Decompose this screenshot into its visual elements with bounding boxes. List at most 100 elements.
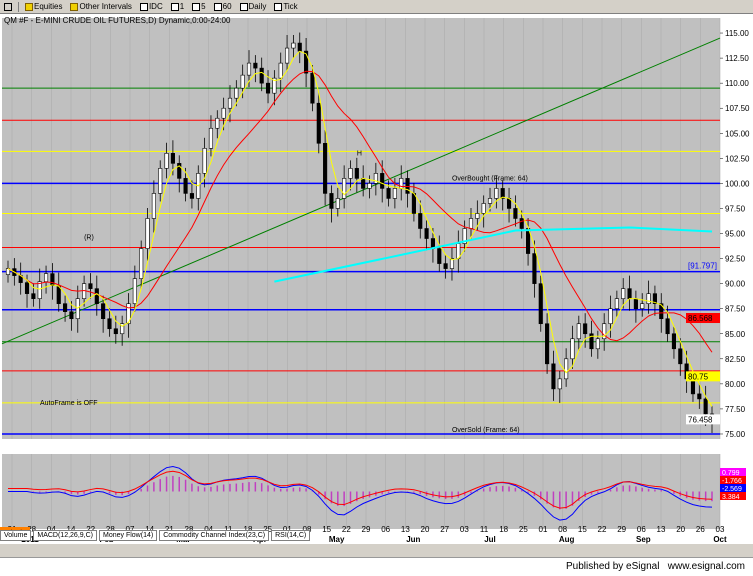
page-icon xyxy=(274,2,283,11)
daily-button[interactable]: Daily xyxy=(238,2,269,11)
candle-body xyxy=(475,213,480,219)
candle-body xyxy=(101,303,106,320)
candle-body xyxy=(113,328,118,335)
candle-body xyxy=(265,82,271,94)
interval-1-label: 1 xyxy=(179,2,185,11)
month-label: May xyxy=(329,535,345,544)
candle-body xyxy=(342,178,347,199)
y-tick-label: 112.50 xyxy=(725,54,749,63)
candle-body xyxy=(608,308,613,325)
interval-5-label: 5 xyxy=(201,2,206,11)
x-tick-label: 15 xyxy=(322,525,331,534)
y-tick-label: 115.00 xyxy=(725,29,749,38)
candle-body xyxy=(323,142,328,194)
x-tick-label: 29 xyxy=(617,525,626,534)
candle-body xyxy=(240,74,245,89)
other-intervals-button[interactable]: Other Intervals xyxy=(68,2,133,11)
candle-body xyxy=(703,398,708,415)
y-tick-label: 77.50 xyxy=(725,405,746,414)
candle-body xyxy=(88,283,93,289)
price-chart[interactable]: 2128041422280714212804111825010815222906… xyxy=(0,14,753,544)
candle-body xyxy=(494,188,499,199)
indicator-tab[interactable]: RSI(14,C) xyxy=(271,530,311,541)
candle-body xyxy=(94,288,99,304)
candle-body xyxy=(354,168,359,179)
toolbar: Equities Other Intervals IDC 1 5 60 Dail… xyxy=(0,0,753,14)
candle-body xyxy=(37,281,42,299)
candle-body xyxy=(519,218,524,229)
x-tick-label: 13 xyxy=(401,525,410,534)
candle-body xyxy=(678,348,683,365)
indicator-tab[interactable]: Commodity Channel Index(23,C) xyxy=(159,530,270,541)
candle-body xyxy=(227,97,233,109)
other-intervals-label: Other Intervals xyxy=(79,2,132,11)
x-tick-label: 03 xyxy=(460,525,469,534)
equities-button[interactable]: Equities xyxy=(23,2,64,11)
candle-body xyxy=(551,363,556,390)
y-tick-label: 97.50 xyxy=(725,204,746,213)
candle-body xyxy=(329,193,334,209)
candle-body xyxy=(316,102,321,144)
candle-body xyxy=(633,298,638,309)
idc-button[interactable]: IDC xyxy=(138,2,165,11)
chart-title: QM #F - E-MINI CRUDE OIL FUTURES,D) Dyna… xyxy=(4,16,231,25)
candle-body xyxy=(437,248,442,264)
x-tick-label: 06 xyxy=(637,525,646,534)
candle-body xyxy=(424,228,429,239)
candle-body xyxy=(557,378,562,390)
footer: Published by eSignal www.esignal.com xyxy=(0,557,753,576)
candle-body xyxy=(570,338,575,360)
candle-body xyxy=(31,293,36,299)
candle-body xyxy=(671,333,677,350)
price-label-text: [91.797] xyxy=(688,262,717,271)
candle-body xyxy=(443,263,448,269)
y-tick-label: 92.50 xyxy=(725,255,746,264)
candle-body xyxy=(405,178,410,194)
candle-body xyxy=(291,42,296,49)
x-tick-label: 08 xyxy=(558,525,567,534)
tick-button[interactable]: Tick xyxy=(272,2,299,11)
candle-body xyxy=(63,303,68,312)
indicator-tab[interactable]: Volume xyxy=(0,530,32,541)
x-tick-label: 26 xyxy=(696,525,705,534)
month-label: Jul xyxy=(484,535,496,544)
annotation-text: OverSold (Frame: 64) xyxy=(452,427,520,434)
y-tick-label: 90.00 xyxy=(725,280,746,289)
y-tick-label: 110.00 xyxy=(725,79,749,88)
x-tick-label: 11 xyxy=(480,525,489,534)
indicator-tab[interactable]: MACD(12,26,9,C) xyxy=(33,530,97,541)
interval-60-button[interactable]: 60 xyxy=(212,2,234,11)
candle-body xyxy=(132,278,137,304)
page-icon xyxy=(170,2,179,11)
candle-body xyxy=(697,393,702,400)
page-icon xyxy=(239,2,248,11)
candle-body xyxy=(151,193,156,219)
interval-5-button[interactable]: 5 xyxy=(190,2,207,11)
annotation-text: H xyxy=(357,150,362,157)
y-tick-label: 75.00 xyxy=(725,430,746,439)
indicator-tab[interactable]: Money Flow(14) xyxy=(99,530,158,541)
candle-body xyxy=(380,173,385,189)
chart-area: 2128041422280714212804111825010815222906… xyxy=(0,14,753,544)
y-tick-label: 107.50 xyxy=(725,104,750,113)
page-icon xyxy=(192,2,201,11)
y-tick-label: 105.00 xyxy=(725,129,750,138)
candle-body xyxy=(215,117,220,129)
candle-body xyxy=(259,67,264,84)
interval-60-label: 60 xyxy=(222,2,232,11)
candle-body xyxy=(202,148,207,174)
annotation-text: OverBought (Frame: 64) xyxy=(452,175,528,182)
daily-label: Daily xyxy=(248,2,267,11)
candle-body xyxy=(614,298,619,309)
x-tick-label: 25 xyxy=(519,525,528,534)
menu-icon xyxy=(4,2,12,11)
page-icon xyxy=(213,2,222,11)
candle-body xyxy=(361,178,366,189)
candle-body xyxy=(646,293,651,304)
interval-1-button[interactable]: 1 xyxy=(169,2,186,11)
candle-body xyxy=(310,72,315,104)
x-tick-label: 29 xyxy=(362,525,371,534)
toolbar-separator xyxy=(18,1,19,12)
candle-body xyxy=(278,62,283,79)
toolbar-menu-icon[interactable] xyxy=(2,2,14,11)
